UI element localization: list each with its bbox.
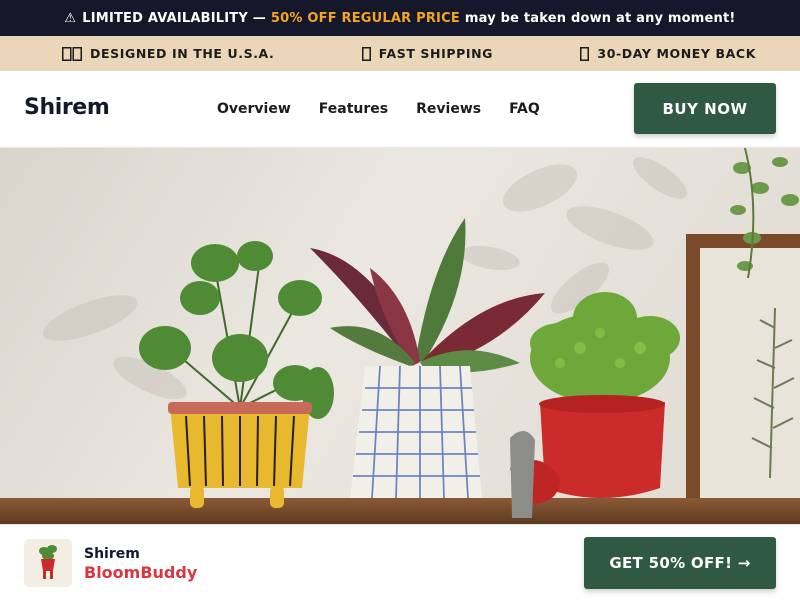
site-header: Shirem Overview Features Reviews FAQ BUY…	[0, 71, 800, 148]
warning-icon: ⚠	[64, 10, 77, 26]
buy-now-button[interactable]: BUY NOW	[634, 83, 776, 134]
nav-link-faq[interactable]: FAQ	[509, 101, 540, 117]
trust-label-shipping: FAST SHIPPING	[378, 46, 494, 61]
trust-item-designed: DESIGNED IN THE U.S.A.	[62, 46, 274, 61]
sticky-cta-bar: Shirem BloomBuddy GET 50% OFF! →	[0, 524, 800, 600]
get-discount-button[interactable]: GET 50% OFF! →	[584, 537, 776, 589]
truck-icon	[361, 46, 371, 61]
trust-label-designed: DESIGNED IN THE U.S.A.	[90, 46, 275, 61]
flag-icon	[62, 46, 82, 61]
announcement-tail: may be taken down at any moment!	[464, 10, 736, 26]
logo[interactable]: Shirem	[24, 95, 110, 120]
trust-label-money-back: 30-DAY MONEY BACK	[597, 46, 756, 61]
main-nav: Overview Features Reviews FAQ	[217, 101, 540, 117]
hero-image	[0, 148, 800, 524]
product-brand: Shirem	[84, 546, 140, 562]
trust-item-shipping: FAST SHIPPING	[361, 46, 494, 61]
announcement-bar: ⚠ LIMITED AVAILABILITY — 50% OFF REGULAR…	[0, 0, 800, 36]
trust-bar: DESIGNED IN THE U.S.A. FAST SHIPPING 30-…	[0, 36, 800, 71]
shield-icon	[580, 46, 590, 61]
nav-link-features[interactable]: Features	[319, 101, 388, 117]
announcement-highlight: 50% OFF REGULAR PRICE	[270, 10, 460, 26]
nav-link-reviews[interactable]: Reviews	[416, 101, 481, 117]
announcement-lead: LIMITED AVAILABILITY —	[82, 10, 266, 26]
nav-link-overview[interactable]: Overview	[217, 101, 291, 117]
product-thumbnail	[24, 539, 72, 587]
product-name: BloomBuddy	[84, 563, 198, 582]
trust-item-money-back: 30-DAY MONEY BACK	[580, 46, 756, 61]
hero-planters-illustration	[0, 148, 800, 524]
